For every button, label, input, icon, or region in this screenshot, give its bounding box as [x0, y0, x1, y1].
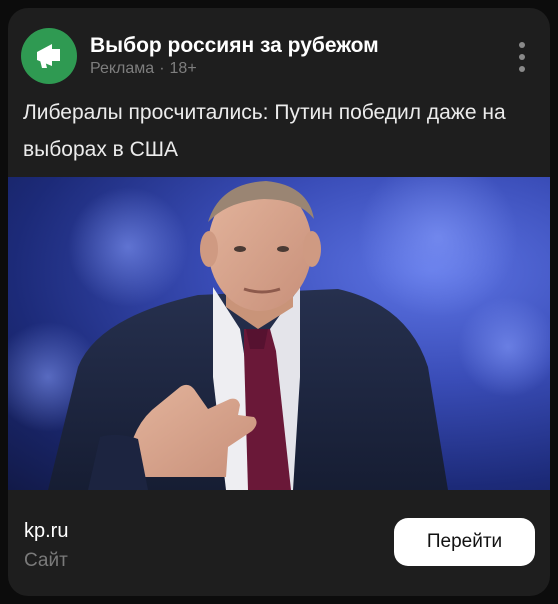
- meta-separator: ·: [159, 60, 165, 77]
- channel-avatar[interactable]: [21, 28, 77, 84]
- portrait-photo: [8, 177, 550, 490]
- site-domain-link[interactable]: kp.ru: [24, 520, 68, 543]
- ad-header: Выбор россиян за рубежом Реклама · 18+: [8, 8, 550, 98]
- ad-footer: kp.ru Сайт Перейти: [8, 490, 550, 596]
- more-vertical-icon[interactable]: [512, 42, 532, 72]
- site-type-label: Сайт: [24, 550, 68, 571]
- megaphone-icon: [37, 44, 60, 68]
- age-rating: 18+: [169, 60, 197, 77]
- ad-card[interactable]: Выбор россиян за рубежом Реклама · 18+ Либ…: [8, 8, 550, 596]
- channel-name[interactable]: Выбор россиян за рубежом: [90, 34, 379, 58]
- ad-image[interactable]: [8, 177, 550, 490]
- ad-headline[interactable]: Либералы просчитались: Путин победил даж…: [23, 94, 523, 168]
- go-button[interactable]: Перейти: [394, 518, 535, 566]
- ad-meta: Реклама · 18+: [90, 60, 197, 78]
- ad-label: Реклама: [90, 60, 155, 77]
